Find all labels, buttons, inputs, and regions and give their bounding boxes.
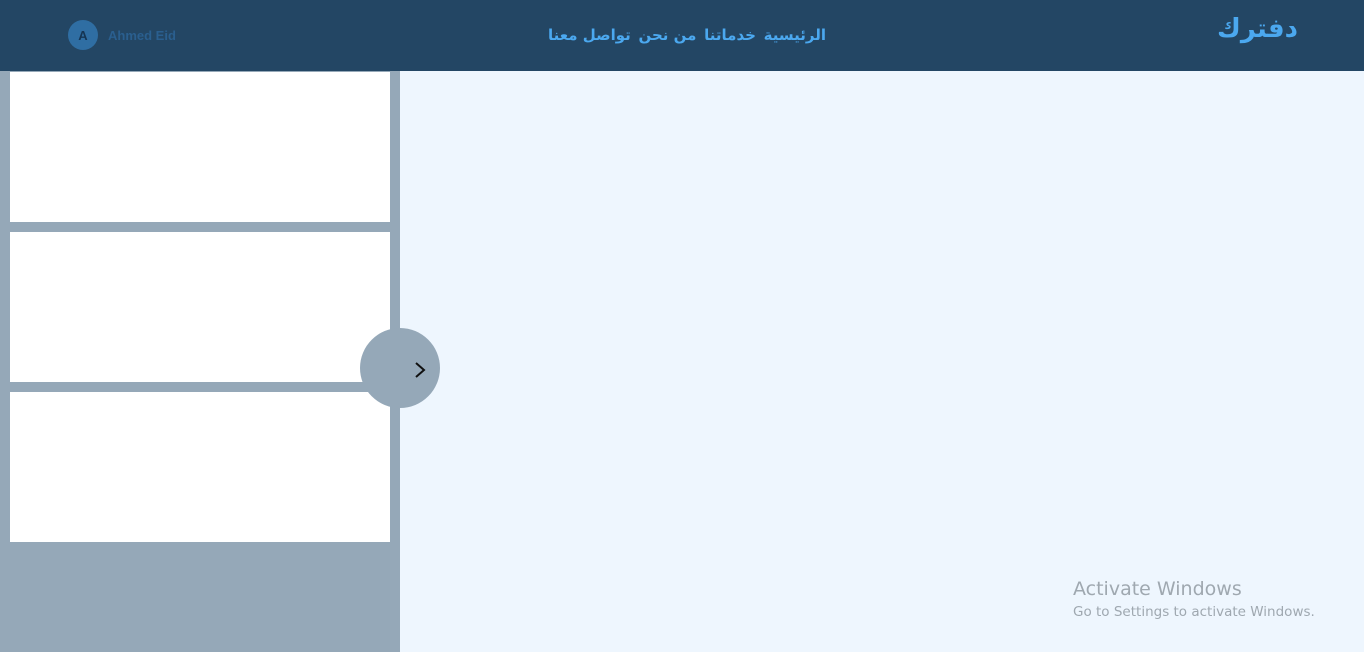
avatar[interactable]: A	[68, 20, 98, 50]
chevron-right-icon	[415, 362, 426, 378]
sidebar-panel	[0, 71, 400, 652]
user-name[interactable]: Ahmed Eid	[108, 28, 176, 43]
sidebar-card[interactable]	[10, 392, 390, 542]
windows-activation-watermark: Activate Windows Go to Settings to activ…	[1073, 577, 1315, 623]
nav-link-contact[interactable]: تواصل معنا	[548, 26, 631, 44]
sidebar-card[interactable]	[10, 72, 390, 222]
top-navbar: A Ahmed Eid الرئيسية خدماتنا من نحن تواص…	[0, 0, 1364, 71]
nav-link-about[interactable]: من نحن	[639, 26, 697, 44]
main-nav: الرئيسية خدماتنا من نحن تواصل معنا	[548, 22, 826, 48]
nav-link-services[interactable]: خدماتنا	[704, 26, 756, 44]
user-profile[interactable]: A Ahmed Eid	[68, 20, 176, 50]
sidebar-toggle-button[interactable]	[360, 328, 440, 408]
brand-logo[interactable]: دفترك	[1217, 14, 1298, 44]
sidebar-card[interactable]	[10, 232, 390, 382]
watermark-subtitle: Go to Settings to activate Windows.	[1073, 604, 1315, 620]
watermark-title: Activate Windows	[1073, 578, 1242, 600]
nav-link-home[interactable]: الرئيسية	[764, 26, 826, 44]
